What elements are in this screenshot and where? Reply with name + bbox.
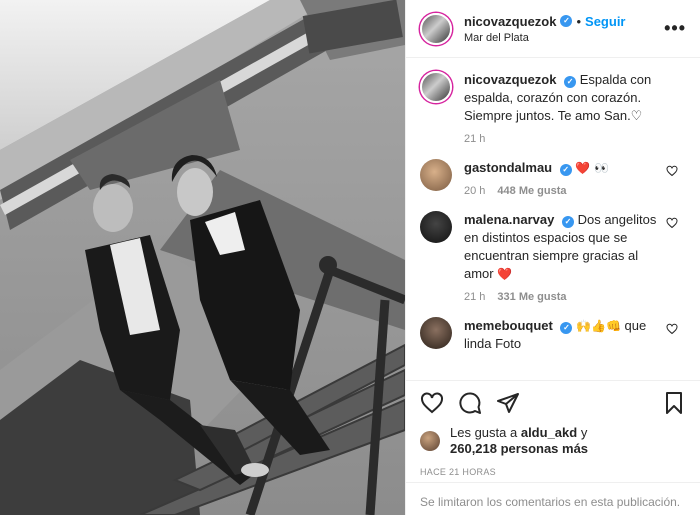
hands-emoji-icon: 🙌👍👊 <box>576 319 621 333</box>
eyes-emoji-icon: 👀 <box>593 161 609 175</box>
post-actions: Les gusta a aldu_akd y 260,218 personas … <box>406 380 700 483</box>
comment-bubble-icon[interactable] <box>458 391 482 415</box>
comment-likes[interactable]: 331 Me gusta <box>497 291 566 303</box>
comment-meta: 20 h 448 Me gusta <box>464 185 669 197</box>
likes-text: Les gusta a aldu_akd y 260,218 personas … <box>450 425 588 457</box>
more-options-icon[interactable]: ••• <box>664 18 686 39</box>
caption-username[interactable]: nicovazquezok <box>464 72 556 87</box>
caption-meta: 21 h <box>464 133 669 145</box>
caption-text-block: nicovazquezok ✓ Espalda con espalda, cor… <box>464 71 669 125</box>
beach-photo-illustration <box>0 0 405 515</box>
comment-item: malena.narvay ✓ Dos angelitos en distint… <box>420 211 686 303</box>
comment-time: 20 h <box>464 185 486 197</box>
comment-avatar[interactable] <box>420 317 452 349</box>
like-comment-heart-icon[interactable] <box>666 165 678 177</box>
post-sidebar: nicovazquezok ✓ • Seguir Mar del Plata •… <box>405 0 700 515</box>
comments-list[interactable]: nicovazquezok ✓ Espalda con espalda, cor… <box>406 59 700 379</box>
caption: nicovazquezok ✓ Espalda con espalda, cor… <box>420 71 686 145</box>
verified-badge-icon: ✓ <box>560 322 573 334</box>
post-header: nicovazquezok ✓ • Seguir Mar del Plata •… <box>406 0 700 58</box>
comment-username[interactable]: memebouquet <box>464 318 553 333</box>
action-icons <box>420 387 686 419</box>
comment-item: gastondalmau ✓ ❤️ 👀 20 h 448 Me gusta <box>420 159 686 197</box>
verified-badge-icon: ✓ <box>561 216 574 228</box>
likes-mid: y <box>580 425 588 440</box>
red-heart-emoji: ❤️ <box>575 161 591 175</box>
comment-username[interactable]: malena.narvay <box>464 212 554 227</box>
comment-username[interactable]: gastondalmau <box>464 160 552 175</box>
comment-text-block: gastondalmau ✓ ❤️ 👀 <box>464 159 669 177</box>
comment-body: malena.narvay ✓ Dos angelitos en distint… <box>464 211 669 303</box>
likes-count[interactable]: 260,218 personas más <box>450 441 588 456</box>
follow-button[interactable]: Seguir <box>585 14 625 29</box>
like-heart-icon[interactable] <box>420 391 444 415</box>
post-timestamp[interactable]: HACE 21 HORAS <box>420 467 686 477</box>
comment-time: 21 h <box>464 291 486 303</box>
separator-dot: • <box>576 13 582 29</box>
caption-avatar[interactable] <box>420 71 452 103</box>
comment-item: memebouquet ✓ 🙌👍👊 que linda Foto <box>420 317 686 353</box>
instagram-post: nicovazquezok ✓ • Seguir Mar del Plata •… <box>0 0 700 515</box>
caption-body: nicovazquezok ✓ Espalda con espalda, cor… <box>464 71 669 145</box>
like-comment-heart-icon[interactable] <box>666 323 678 335</box>
comment-text-block: memebouquet ✓ 🙌👍👊 que linda Foto <box>464 317 669 353</box>
like-comment-heart-icon[interactable] <box>666 217 678 229</box>
comment-avatar[interactable] <box>420 211 452 243</box>
author-avatar[interactable] <box>420 12 452 45</box>
author-info: nicovazquezok ✓ • Seguir Mar del Plata <box>464 14 626 44</box>
liker-avatar[interactable] <box>420 431 440 451</box>
caption-time: 21 h <box>464 133 486 145</box>
liker-username[interactable]: aldu_akd <box>521 425 577 440</box>
post-photo[interactable] <box>0 0 405 515</box>
author-row: nicovazquezok ✓ • Seguir <box>464 14 626 29</box>
comment-meta: 21 h 331 Me gusta <box>464 291 669 303</box>
verified-badge-icon: ✓ <box>559 164 572 176</box>
location-link[interactable]: Mar del Plata <box>464 32 626 44</box>
red-heart-emoji: ❤️ <box>497 267 513 281</box>
comment-likes[interactable]: 448 Me gusta <box>497 185 566 197</box>
comment-text-block: malena.narvay ✓ Dos angelitos en distint… <box>464 211 669 283</box>
comments-limited-notice: Se limitaron los comentarios en esta pub… <box>406 482 700 515</box>
save-bookmark-icon[interactable] <box>662 391 686 415</box>
verified-badge-icon: ✓ <box>564 76 577 88</box>
likes-summary: Les gusta a aldu_akd y 260,218 personas … <box>420 425 686 457</box>
likes-prefix: Les gusta a <box>450 425 518 440</box>
comment-body: gastondalmau ✓ ❤️ 👀 20 h 448 Me gusta <box>464 159 669 197</box>
share-paper-plane-icon[interactable] <box>496 391 520 415</box>
author-username[interactable]: nicovazquezok <box>464 14 556 29</box>
comment-body: memebouquet ✓ 🙌👍👊 que linda Foto <box>464 317 669 353</box>
verified-badge-icon: ✓ <box>560 15 573 27</box>
comment-avatar[interactable] <box>420 159 452 191</box>
